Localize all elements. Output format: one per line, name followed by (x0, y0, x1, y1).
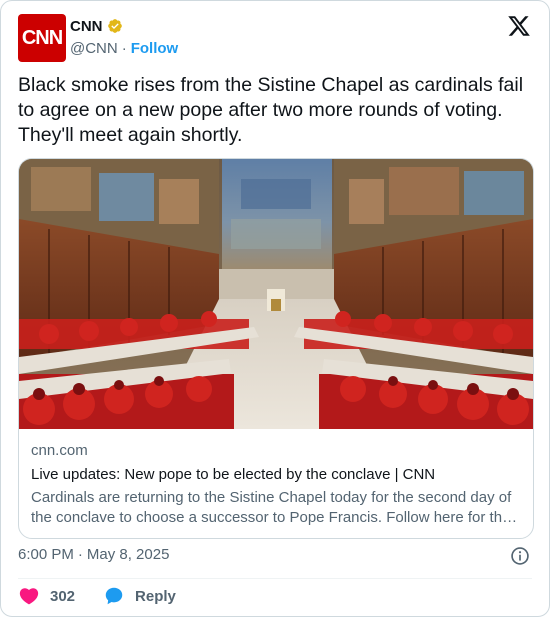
reply-button[interactable]: Reply (103, 585, 176, 607)
separator-dot: · (77, 546, 83, 563)
link-domain: cnn.com (31, 442, 88, 459)
avatar[interactable]: CNN (18, 14, 66, 62)
link-preview-card[interactable]: cnn.com Live updates: New pope to be ele… (18, 158, 534, 539)
link-meta: cnn.com Live updates: New pope to be ele… (31, 441, 521, 528)
x-logo-icon[interactable] (507, 14, 531, 38)
tweet-timestamp[interactable]: 6:00 PM · May 8, 2025 (18, 546, 169, 563)
tweet-card: CNN CNN @CNN · Follow Black smoke rises … (0, 0, 550, 617)
author-display-name[interactable]: CNN (70, 18, 103, 35)
like-button[interactable]: 302 (18, 585, 75, 607)
separator-dot: · (121, 39, 127, 57)
verified-badge-icon (107, 19, 122, 33)
link-title[interactable]: Live updates: New pope to be elected by … (31, 465, 521, 485)
tweet-date: May 8, 2025 (86, 546, 170, 563)
tweet-time: 6:00 PM (18, 546, 74, 563)
author-handle[interactable]: @CNN (70, 40, 118, 57)
like-count: 302 (50, 587, 76, 605)
tweet-text: Black smoke rises from the Sistine Chape… (18, 74, 524, 146)
heart-icon (19, 588, 39, 605)
divider (18, 578, 532, 579)
info-icon[interactable] (510, 546, 530, 566)
cnn-logo: CNN (21, 26, 63, 49)
tweet-header: CNN CNN @CNN · Follow (18, 14, 178, 62)
link-description: Cardinals are returning to the Sistine C… (31, 489, 518, 526)
sistine-chapel-photo (19, 159, 533, 429)
tweet-actions: 302 Reply (18, 585, 176, 607)
author-names: CNN @CNN · Follow (70, 16, 178, 60)
reply-bubble-icon (105, 587, 123, 605)
follow-button[interactable]: Follow (131, 40, 179, 57)
reply-label: Reply (135, 587, 176, 605)
